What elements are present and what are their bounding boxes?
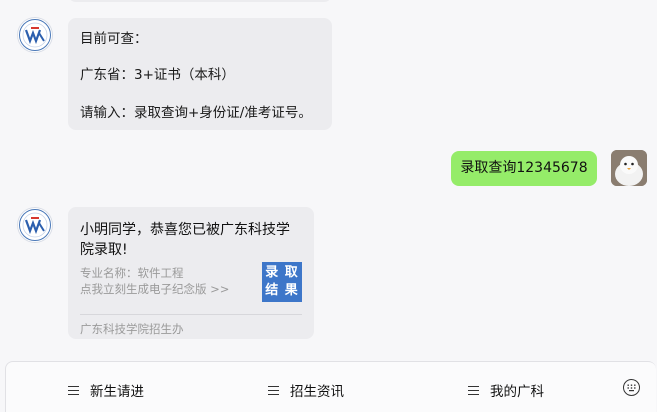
menu-item-my-school[interactable]: 我的广科 [468,380,544,400]
menu-item-admission-news[interactable]: 招生资讯 [268,380,344,400]
thumb-text: 录 取 [265,265,299,280]
message-line: 请输入：录取查询+身份证/准考证号。 [80,105,312,121]
menu-item-new-students[interactable]: 新生请进 [68,380,144,400]
menu-icon [68,385,79,395]
menu-icon [468,385,479,395]
message-line: 目前可查： [80,31,148,47]
card-title: 小明同学，恭喜您已被广东科技学院录取! [80,222,290,258]
menu-label: 新生请进 [90,384,144,400]
user-avatar[interactable] [611,150,647,186]
card-source: 广东科技学院招生办 [80,322,184,336]
card-divider [80,314,302,315]
thumb-text: 结 果 [265,283,299,298]
menu-label: 我的广科 [490,384,544,400]
admission-result-card[interactable]: 小明同学，恭喜您已被广东科技学院录取! 专业名称：软件工程 点我立刻生成电子纪念… [68,207,314,339]
school-logo-icon[interactable] [17,207,53,243]
bot-message-bubble: 目前可查： 广东省：3+证书（本科） 请输入：录取查询+身份证/准考证号。 [68,18,332,130]
menu-label: 招生资讯 [290,384,344,400]
card-thumbnail: 录 取 结 果 [262,262,302,302]
menu-icon [268,385,279,395]
bottom-menu-bar: 新生请进 招生资讯 我的广科 [5,361,656,412]
school-logo-icon[interactable] [17,17,53,53]
user-message-bubble: 录取查询12345678 [451,151,597,186]
previous-message-bubble [68,0,332,2]
message-line: 广东省：3+证书（本科） [80,67,235,83]
keyboard-icon[interactable] [623,379,640,396]
card-subtitle-link: 点我立刻生成电子纪念版 >> [80,282,230,296]
